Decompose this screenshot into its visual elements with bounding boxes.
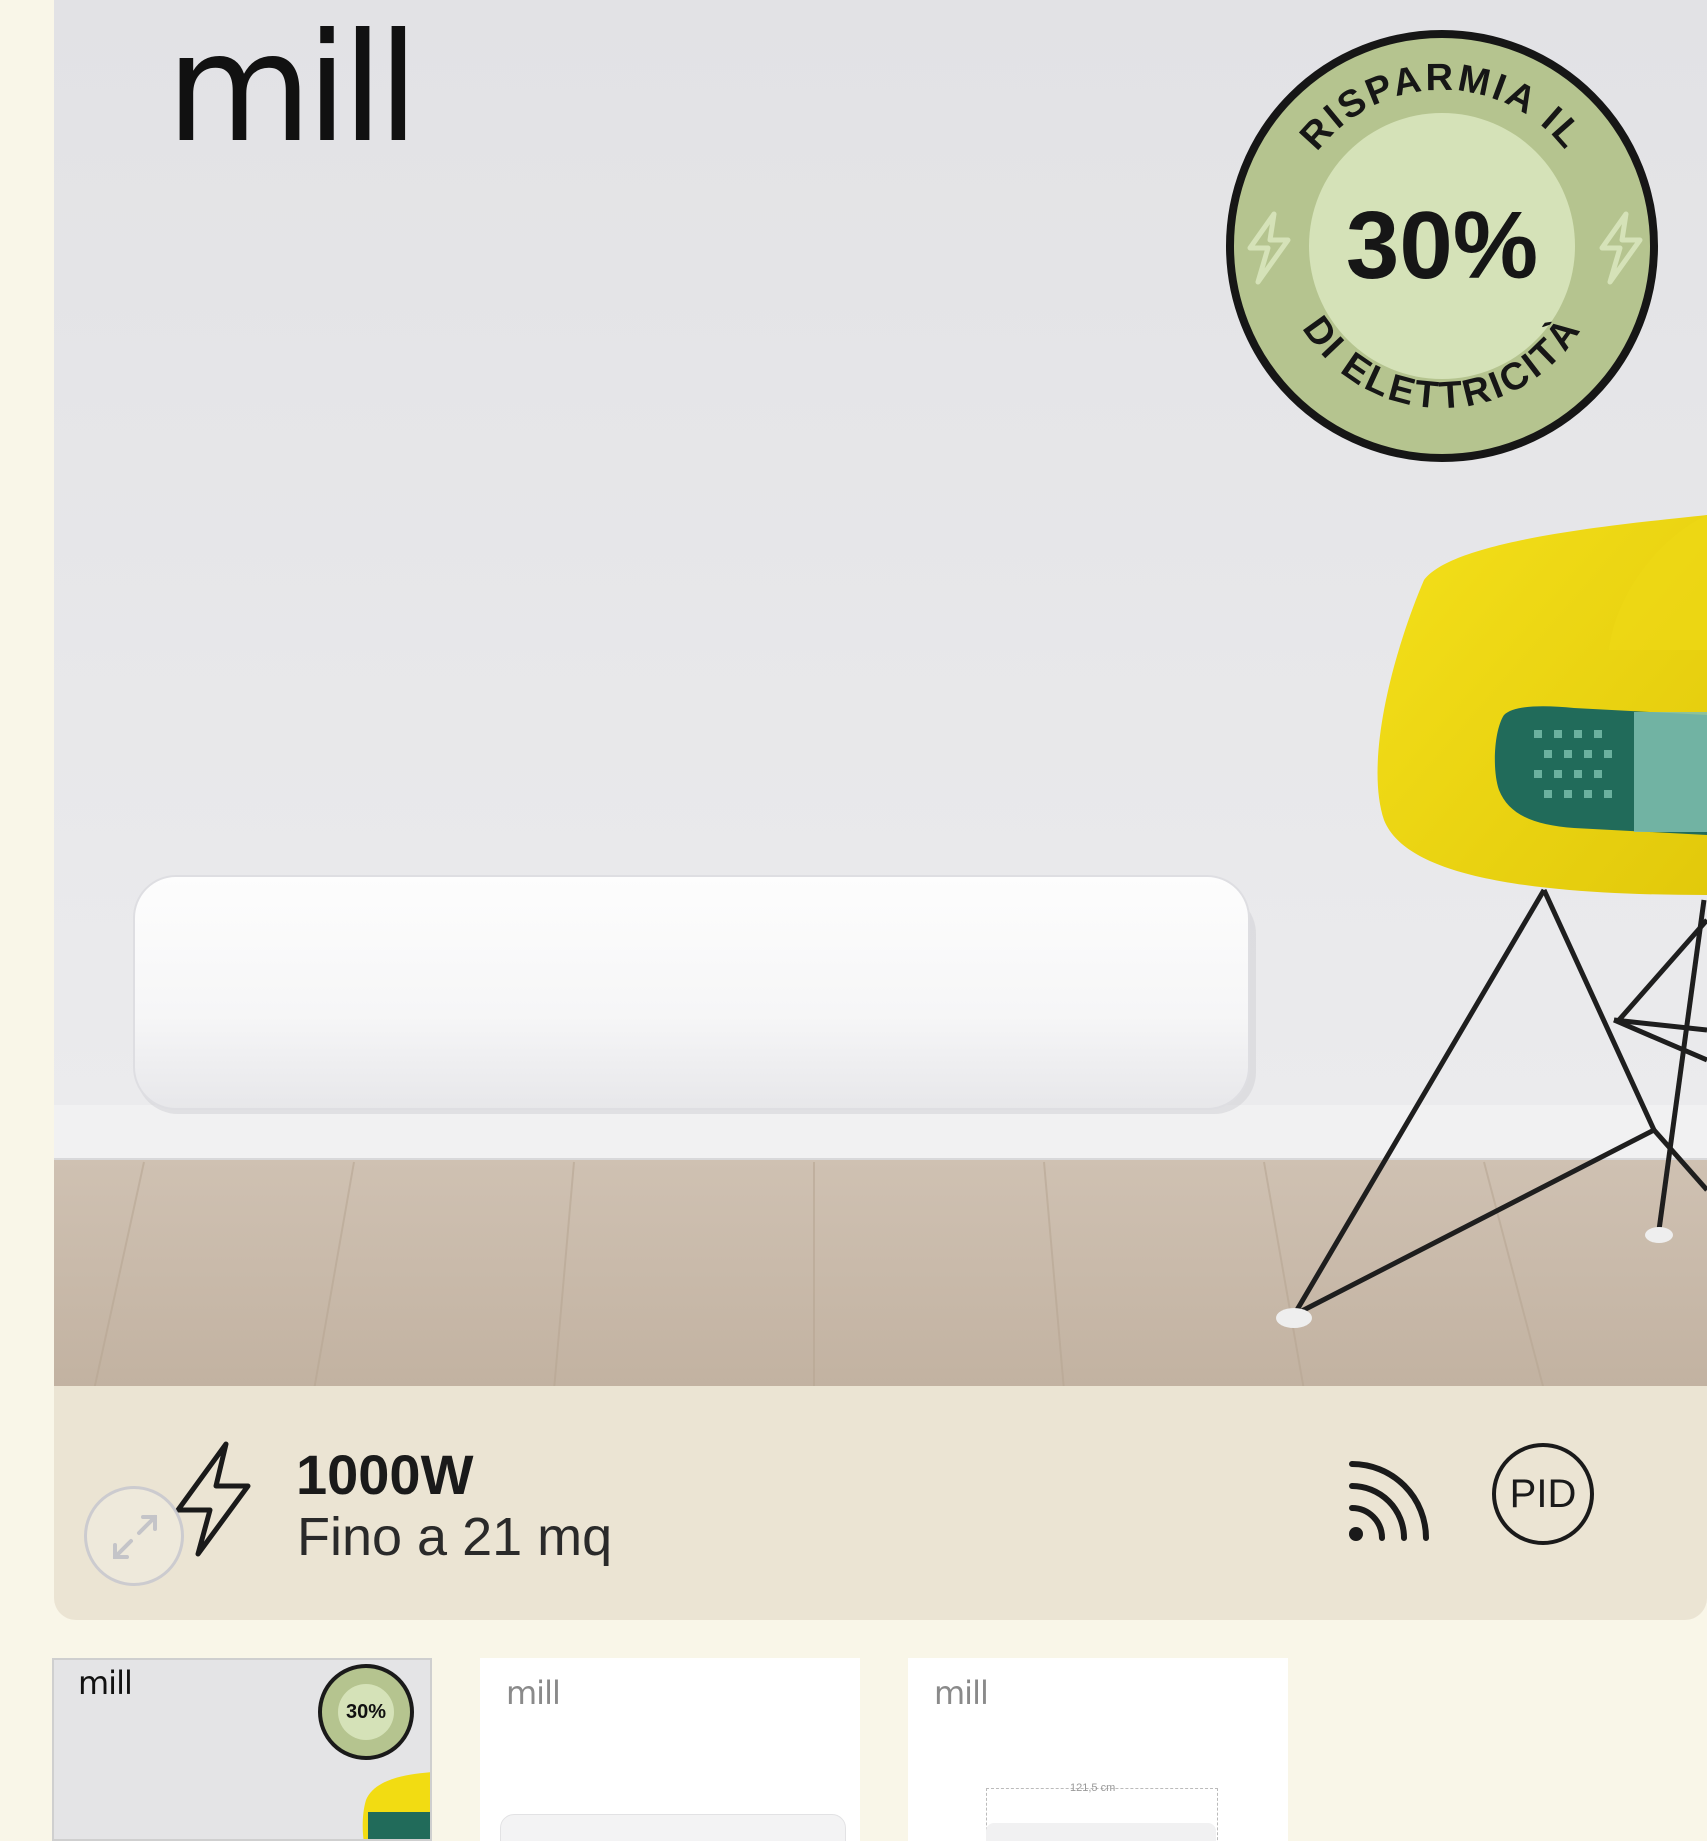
savings-badge: RISPARMIA IL DI ELETTRICITÀ 30%	[1226, 30, 1658, 462]
thumbnail-logo: mill	[934, 1674, 989, 1712]
thumbnail-1[interactable]: mill 30%	[52, 1658, 432, 1841]
bolt-icon	[175, 1441, 251, 1557]
product-hero-image[interactable]: mill RISPARMIA IL DI ELETTRICITÀ 30%	[54, 0, 1707, 1390]
expand-icon	[113, 1515, 157, 1559]
thumbnail-dimension-label: 121,5 cm	[1070, 1782, 1116, 1794]
thumbnail-logo: mill	[506, 1674, 561, 1712]
thumbnail-3[interactable]: mill 121,5 cm	[908, 1658, 1288, 1841]
expand-image-button[interactable]	[84, 1486, 184, 1586]
thumbnail-chair	[362, 1772, 430, 1839]
spec-bar: 1000W Fino a 21 mq PID	[54, 1386, 1707, 1620]
badge-percent: 30%	[1346, 192, 1538, 299]
thumbnail-heater	[500, 1814, 846, 1841]
thumbnail-badge-percent: 30%	[338, 1684, 394, 1740]
thumbnail-badge: 30%	[318, 1664, 414, 1760]
thumbnail-2[interactable]: mill	[480, 1658, 860, 1841]
thumbnail-heater	[986, 1823, 1216, 1841]
wifi-icon	[1349, 1461, 1429, 1541]
pid-badge: PID	[1492, 1443, 1594, 1545]
brand-logo: mill	[166, 2, 419, 176]
power-value: 1000W	[296, 1443, 474, 1506]
thumbnail-logo: mill	[78, 1664, 133, 1702]
coverage-text: Fino a 21 mq	[297, 1507, 613, 1567]
